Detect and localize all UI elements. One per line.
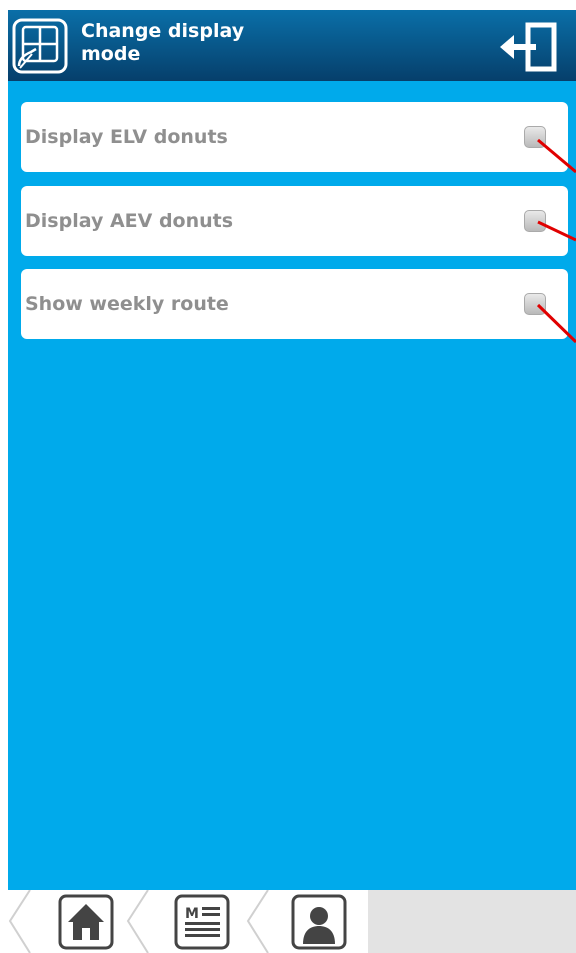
option-show-weekly-route[interactable]: Show weekly route [21, 269, 568, 339]
page-title: Change display mode [81, 20, 381, 66]
exit-icon[interactable] [498, 22, 560, 72]
checkbox[interactable] [524, 210, 546, 232]
page-title-line2: mode [81, 43, 141, 65]
display-mode-icon [12, 18, 68, 74]
option-label: Show weekly route [25, 293, 229, 315]
option-display-elv-donuts[interactable]: Display ELV donuts [21, 102, 568, 172]
header-bar: Change display mode [8, 10, 576, 81]
option-label: Display ELV donuts [25, 126, 228, 148]
menu-icon-letter: M [185, 906, 199, 922]
option-label: Display AEV donuts [25, 210, 234, 232]
page-title-line1: Change display [81, 20, 245, 42]
checkbox[interactable] [524, 126, 546, 148]
home-icon[interactable] [58, 894, 114, 950]
person-icon[interactable] [291, 894, 347, 950]
option-display-aev-donuts[interactable]: Display AEV donuts [21, 186, 568, 256]
bottom-nav-bar: M [8, 890, 576, 953]
checkbox[interactable] [524, 293, 546, 315]
app-window: Change display mode Display ELV donuts D… [8, 10, 576, 953]
menu-icon[interactable]: M [174, 894, 230, 950]
